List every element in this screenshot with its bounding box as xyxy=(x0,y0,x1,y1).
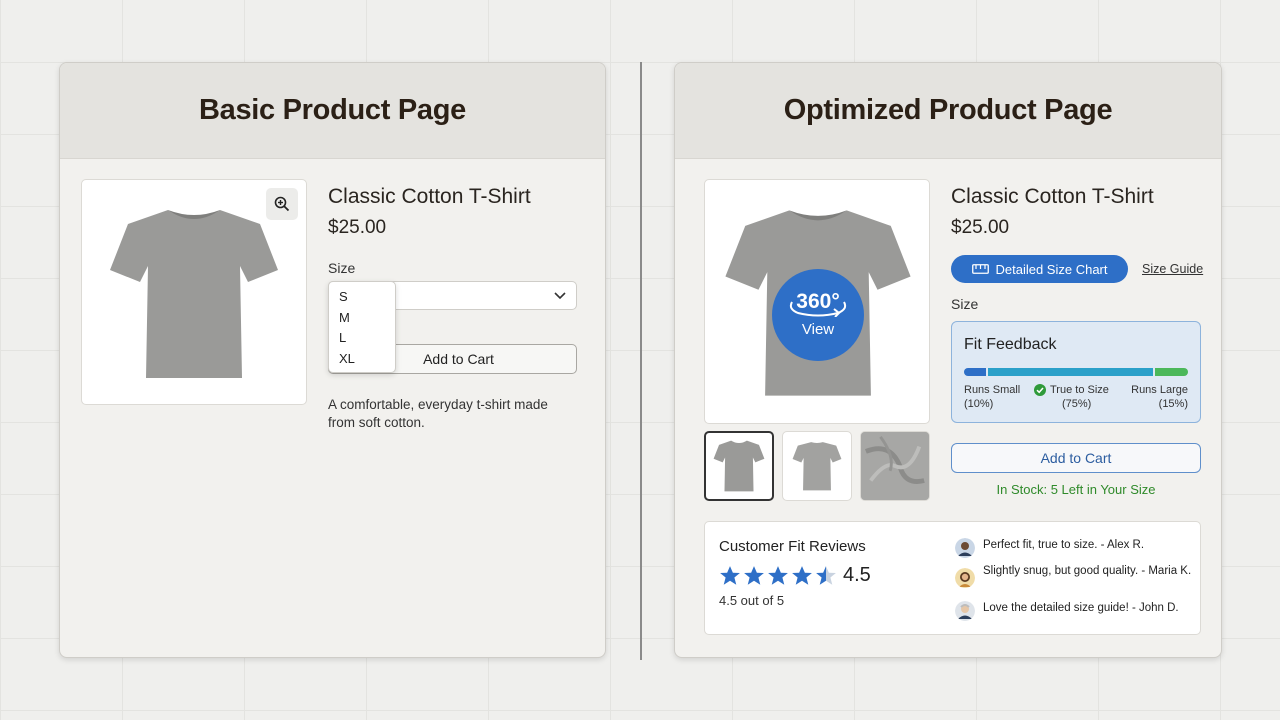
review-item-2: Slightly snug, but good quality. - Maria… xyxy=(955,564,1195,588)
product-price: $25.00 xyxy=(328,217,387,238)
view-360-button[interactable]: 360° View xyxy=(772,269,864,361)
fit-true-to-size: True to Size (75%) xyxy=(1034,383,1109,411)
center-divider xyxy=(640,62,642,660)
fit-bar xyxy=(964,322,1188,382)
fit-true-to-size-label: True to Size xyxy=(1050,384,1109,396)
product-description: A comfortable, everyday t-shirt made fro… xyxy=(328,397,548,430)
star-rating xyxy=(719,565,837,587)
rating-row: 4.5 xyxy=(719,564,871,587)
review-text: Love the detailed size guide! - John D. xyxy=(983,602,1179,614)
product-name: Classic Cotton T-Shirt xyxy=(951,185,1154,208)
optimized-panel-title: Optimized Product Page xyxy=(783,94,1113,126)
star-icon xyxy=(744,565,764,585)
rating-subtext: 4.5 out of 5 xyxy=(719,593,785,608)
size-option-m[interactable]: M xyxy=(329,308,395,329)
customer-reviews-box: Customer Fit Reviews 4.5 4.5 out of 5 Pe… xyxy=(704,521,1201,635)
fit-feedback-box: Fit Feedback Runs Small (10%) True to Si… xyxy=(951,321,1201,423)
product-image[interactable] xyxy=(81,179,307,405)
tshirt-thumb-icon xyxy=(713,440,765,492)
review-text: Perfect fit, true to size. - Alex R. xyxy=(983,539,1145,551)
size-option-l[interactable]: L xyxy=(329,328,395,349)
zoom-button[interactable] xyxy=(266,188,298,220)
thumbnail-back[interactable] xyxy=(782,431,852,501)
fit-bar-segment xyxy=(964,368,986,376)
size-dropdown-menu: S M L XL xyxy=(328,281,396,373)
tshirt-image xyxy=(110,210,278,378)
product-image[interactable]: 360° View xyxy=(704,179,930,424)
optimized-product-panel: Optimized Product Page 360° View Classic… xyxy=(674,62,1222,658)
size-option-s[interactable]: S xyxy=(329,287,395,308)
fit-runs-large-pct: (15%) xyxy=(1158,398,1188,410)
basic-panel-header: Basic Product Page xyxy=(60,63,605,159)
review-item-1: Perfect fit, true to size. - Alex R. xyxy=(955,538,1190,558)
avatar-icon xyxy=(955,601,975,621)
fit-runs-large: Runs Large (15%) xyxy=(1131,383,1188,411)
fit-runs-small: Runs Small (10%) xyxy=(964,383,1020,411)
star-icon xyxy=(768,565,788,585)
avatar-icon xyxy=(955,538,975,558)
fit-bar-segment xyxy=(988,368,1153,376)
add-to-cart-label: Add to Cart xyxy=(423,351,494,367)
ruler-icon xyxy=(971,264,989,274)
stock-status: In Stock: 5 Left in Your Size xyxy=(996,482,1156,497)
basic-panel-title: Basic Product Page xyxy=(199,94,466,126)
size-label: Size xyxy=(328,260,356,276)
star-icon xyxy=(792,565,812,585)
size-option-xl[interactable]: XL xyxy=(329,349,395,370)
fit-runs-large-label: Runs Large xyxy=(1131,384,1188,396)
view-360-number: 360° xyxy=(796,290,840,313)
size-label: Size xyxy=(951,296,979,312)
thumbnail-fabric[interactable] xyxy=(860,431,930,501)
add-to-cart-button[interactable]: Add to Cart xyxy=(951,443,1201,473)
review-item-3: Love the detailed size guide! - John D. xyxy=(955,601,1190,621)
fit-runs-small-label: Runs Small xyxy=(964,384,1021,396)
zoom-in-icon xyxy=(274,196,290,212)
star-icon xyxy=(720,565,740,585)
chevron-down-icon xyxy=(554,292,566,300)
review-text: Slightly snug, but good quality. - Maria… xyxy=(983,565,1192,577)
size-guide-link[interactable]: Size Guide xyxy=(1142,262,1203,276)
check-circle-icon xyxy=(1034,384,1046,396)
rating-value: 4.5 xyxy=(843,564,871,586)
product-name: Classic Cotton T-Shirt xyxy=(328,185,531,208)
avatar-icon xyxy=(955,568,975,588)
add-to-cart-label: Add to Cart xyxy=(1040,450,1112,466)
detailed-size-chart-button[interactable]: Detailed Size Chart xyxy=(951,255,1128,283)
product-price: $25.00 xyxy=(951,217,1010,238)
star-icon xyxy=(816,565,836,585)
view-360-label: View xyxy=(801,321,835,338)
fit-true-to-size-pct: (75%) xyxy=(1062,398,1092,410)
fit-bar-segment xyxy=(1155,368,1188,376)
basic-product-panel: Basic Product Page Classic Cotton T-Shir… xyxy=(59,62,606,658)
thumbnail-front[interactable] xyxy=(704,431,774,501)
size-chart-label: Detailed Size Chart xyxy=(995,261,1108,277)
tshirt-back-thumb-icon xyxy=(792,442,842,491)
reviews-title: Customer Fit Reviews xyxy=(719,538,866,555)
optimized-panel-header: Optimized Product Page xyxy=(675,63,1221,159)
fit-runs-small-pct: (10%) xyxy=(964,398,994,410)
fabric-texture-icon xyxy=(861,432,929,500)
